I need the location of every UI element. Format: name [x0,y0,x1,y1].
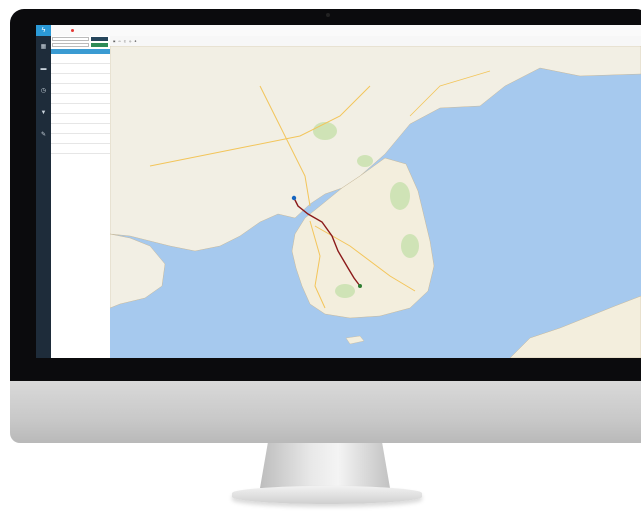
table-row[interactable] [51,54,110,64]
forest-patch [357,155,373,167]
table-row[interactable] [51,144,110,154]
map-tool-icon[interactable]: ◎ [129,40,131,43]
table-row[interactable] [51,134,110,144]
date-range-input[interactable] [52,43,89,47]
forest-patch [390,182,410,210]
table-row[interactable] [51,94,110,104]
map-toolbar: ▣ ▭ ◫ ◎ ✚ [110,36,641,46]
forest-patch [401,234,419,258]
vehicle-select[interactable] [52,37,89,41]
nav-item-dashboard[interactable]: ▦ [36,36,51,58]
grid-icon: ▦ [40,44,47,50]
map-tool-icon[interactable]: ◫ [124,40,126,43]
apply-button[interactable] [91,43,108,47]
notification-badge [71,29,74,32]
land-jeju [345,335,365,345]
table-row[interactable] [51,64,110,74]
truck-icon: ▬ [40,66,47,72]
search-button[interactable] [91,37,108,41]
nav-item-settings[interactable]: ✎ [36,124,51,146]
nav-item-vehicles[interactable]: ▬ [36,58,51,80]
forest-patch [313,122,337,140]
map-view[interactable] [110,46,641,358]
table-row[interactable] [51,104,110,114]
route-end-marker [358,284,362,288]
table-row[interactable] [51,124,110,134]
clock-icon: ◷ [40,88,47,94]
table-row[interactable] [51,74,110,84]
history-panel [51,36,111,358]
map-canvas [110,46,641,358]
monitor-chin [10,381,641,443]
map-tool-icon[interactable]: ✚ [134,40,136,43]
monitor-stand-neck [260,443,390,488]
table-body [51,54,110,154]
bolt-logo-icon[interactable]: ϟ [36,25,51,36]
table-row[interactable] [51,84,110,94]
map-tool-icon[interactable]: ▭ [118,40,120,43]
wrench-icon: ✎ [40,132,47,138]
app-screen: ϟ ▦ ▬ ◷ ▼ ✎ ▣ ▭ ◫ ◎ ✚ [36,25,641,358]
camera-icon [326,13,330,17]
route-start-marker [291,195,297,201]
sidebar-nav: ϟ ▦ ▬ ◷ ▼ ✎ [36,25,51,358]
nav-item-filter[interactable]: ▼ [36,102,51,124]
monitor-stand-base [232,486,422,504]
land-japan [509,295,641,358]
forest-patch [335,284,355,298]
filter-icon: ▼ [40,110,47,116]
land-west-coast [110,233,166,309]
nav-item-history[interactable]: ◷ [36,80,51,102]
table-row[interactable] [51,114,110,124]
layers-icon[interactable]: ▣ [113,40,115,43]
